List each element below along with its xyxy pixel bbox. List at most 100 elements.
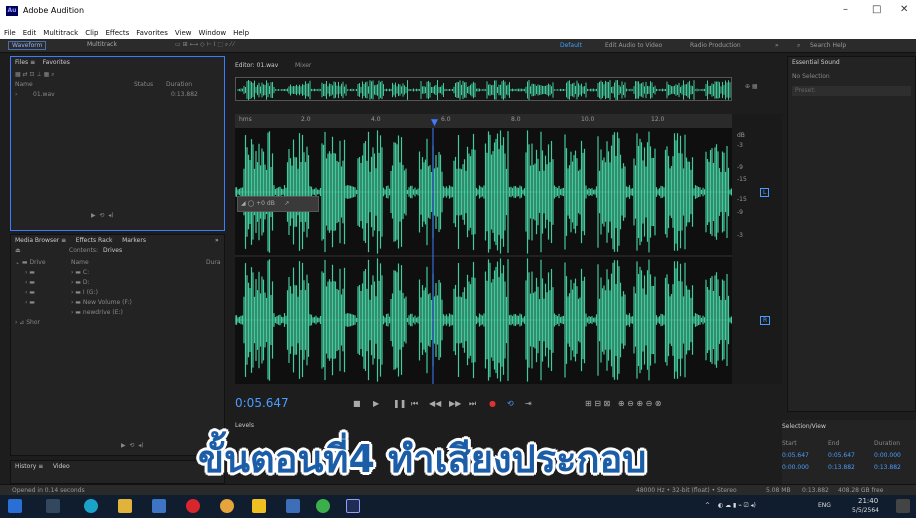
opera-icon[interactable] xyxy=(186,499,200,513)
record-button[interactable]: ● xyxy=(489,399,496,408)
minimize-button[interactable]: – xyxy=(843,4,848,15)
workspace-edit-audio-video[interactable]: Edit Audio to Video xyxy=(605,42,662,49)
task-view-icon[interactable] xyxy=(46,499,60,513)
col-name[interactable]: Name xyxy=(71,259,89,266)
go-to-end-button[interactable]: ⏭ xyxy=(469,399,476,409)
drive-c[interactable]: › ▬ C: xyxy=(71,269,89,276)
audition-taskbar-icon[interactable] xyxy=(346,499,360,513)
chrome-icon[interactable] xyxy=(220,499,234,513)
view-duration[interactable]: 0:13.882 xyxy=(874,464,901,471)
language-indicator[interactable]: ENG xyxy=(818,502,831,509)
menu-help[interactable]: Help xyxy=(233,29,249,37)
search-help-input[interactable]: Search Help xyxy=(810,42,846,49)
sticky-notes-icon[interactable] xyxy=(252,499,266,513)
col-duration[interactable]: Duration xyxy=(166,81,192,88)
menu-multitrack[interactable]: Multitrack xyxy=(43,29,78,37)
tab-media-browser[interactable]: Media Browser xyxy=(15,237,59,244)
loop-button[interactable]: ⟲ xyxy=(507,399,514,408)
left-tree-3[interactable]: › ▬ xyxy=(25,289,35,296)
tab-mixer[interactable]: Mixer xyxy=(295,62,311,69)
view-end[interactable]: 0:13.882 xyxy=(828,464,855,471)
multitrack-view-button[interactable]: Multitrack xyxy=(87,41,117,48)
tab-history[interactable]: History xyxy=(15,463,36,470)
edge-icon[interactable] xyxy=(84,499,98,513)
workspace-radio-production[interactable]: Radio Production xyxy=(690,42,741,49)
drive-d[interactable]: › ▬ D: xyxy=(71,279,90,286)
menu-favorites[interactable]: Favorites xyxy=(136,29,168,37)
workspace-overflow[interactable]: » xyxy=(775,42,779,49)
drive-tree-item[interactable]: ⌄ ▬ Drive xyxy=(15,259,46,266)
channel-left-toggle[interactable]: L xyxy=(760,188,770,197)
menu-window[interactable]: Window xyxy=(199,29,227,37)
menu-effects[interactable]: Effects xyxy=(105,29,129,37)
file-explorer-icon[interactable] xyxy=(118,499,132,513)
go-to-start-button[interactable]: ⏮ xyxy=(411,399,418,409)
close-button[interactable]: ✕ xyxy=(900,4,908,15)
media-transport-icons[interactable]: ▶ ⟲ ◂) xyxy=(121,442,144,449)
playhead-marker-icon[interactable]: ▼ xyxy=(431,118,438,128)
word-icon[interactable] xyxy=(286,499,300,513)
essential-sound-title[interactable]: Essential Sound xyxy=(788,57,915,69)
tray-overflow-icon[interactable]: ^ xyxy=(705,502,710,509)
tool-icons[interactable]: ▭ ⊞ ⟷ ◇ ⊢ I ⬚ ⌕ ⁄ ⁄ xyxy=(175,41,234,49)
maximize-button[interactable]: □ xyxy=(872,4,881,15)
waveform-display[interactable]: ◢ ◯ +0 dB ↗ xyxy=(234,128,733,384)
play-button[interactable]: ▶ xyxy=(373,399,379,408)
drive-g[interactable]: › ▬ I (G:) xyxy=(71,289,98,296)
tab-video[interactable]: Video xyxy=(53,463,70,470)
skip-button[interactable]: ⇥ xyxy=(525,399,532,408)
drive-f[interactable]: › ▬ New Volume (F:) xyxy=(71,299,132,306)
menu-clip[interactable]: Clip xyxy=(85,29,98,37)
col-duration[interactable]: Dura xyxy=(206,259,221,266)
channel-right-toggle[interactable]: R xyxy=(760,316,771,325)
rewind-button[interactable]: ◀◀ xyxy=(429,399,441,408)
files-toolbar-icons[interactable]: ▦ ⇄ ⊡ ⊥ ▦ ⌕ xyxy=(11,69,224,81)
menu-view[interactable]: View xyxy=(175,29,192,37)
preset-dropdown[interactable]: Preset: xyxy=(792,86,911,96)
clock-date[interactable]: 5/5/2564 xyxy=(852,507,879,514)
file-name: 01.wav xyxy=(33,91,55,98)
fast-forward-button[interactable]: ▶▶ xyxy=(449,399,461,408)
line-icon[interactable] xyxy=(316,499,330,513)
drive-icon[interactable]: ⏏ xyxy=(15,247,21,254)
clock-time[interactable]: 21:40 xyxy=(858,497,878,505)
zoom-icon[interactable]: ⊕ ▦ xyxy=(745,83,758,90)
waveform-overview[interactable] xyxy=(235,77,732,101)
col-status[interactable]: Status xyxy=(134,81,153,88)
hud-volume[interactable]: ◢ ◯ +0 dB ↗ xyxy=(237,196,319,212)
time-ruler[interactable]: hms 2.0 4.0 6.0 8.0 10.0 12.0 ▼ xyxy=(235,114,732,128)
waveform-view-button[interactable]: Waveform xyxy=(8,41,47,50)
mail-icon[interactable] xyxy=(152,499,166,513)
tab-effects-rack[interactable]: Effects Rack xyxy=(76,237,113,244)
sel-duration[interactable]: 0:00.000 xyxy=(874,452,901,459)
file-row[interactable]: › 01.wav 0:13.882 xyxy=(11,91,224,101)
tray-icons[interactable]: ◐ ☁ ▮ ⌁ ⎚ ◂) xyxy=(718,502,756,510)
current-time: 0:05.647 xyxy=(235,396,289,410)
menu-file[interactable]: File xyxy=(4,29,16,37)
tab-editor[interactable]: Editor: 01.wav xyxy=(235,62,278,69)
zoom-controls-icons[interactable]: ⊞ ⊟ ⊠ ⊕ ⊖ ⊕ ⊖ ⊗ xyxy=(585,399,662,408)
no-selection-text: No Selection xyxy=(792,73,830,80)
left-tree-1[interactable]: › ▬ xyxy=(25,269,35,276)
tab-favorites[interactable]: Favorites xyxy=(43,59,70,66)
files-transport-icons[interactable]: ▶ ⟲ ◂) xyxy=(91,212,114,219)
menu-edit[interactable]: Edit xyxy=(23,29,37,37)
tab-markers[interactable]: Markers xyxy=(122,237,146,244)
col-name[interactable]: Name xyxy=(15,81,33,88)
contents-dropdown[interactable]: Drives xyxy=(103,247,122,254)
start-icon[interactable] xyxy=(8,499,22,513)
expand-arrow-icon[interactable]: › xyxy=(15,91,17,98)
workspace-default[interactable]: Default xyxy=(560,42,582,49)
drive-e[interactable]: › ▬ newdrive (E:) xyxy=(71,309,123,316)
shortcuts-item[interactable]: › ⊿ Shor xyxy=(15,319,40,326)
panel-overflow-icon[interactable]: » xyxy=(215,237,219,244)
notifications-icon[interactable] xyxy=(896,499,910,513)
stop-button[interactable]: ■ xyxy=(353,399,361,408)
view-start[interactable]: 0:00.000 xyxy=(782,464,809,471)
left-tree-2[interactable]: › ▬ xyxy=(25,279,35,286)
sel-start[interactable]: 0:05.647 xyxy=(782,452,809,459)
left-tree-4[interactable]: › ▬ xyxy=(25,299,35,306)
sel-end[interactable]: 0:05.647 xyxy=(828,452,855,459)
tab-files[interactable]: Files xyxy=(15,59,28,66)
pause-button[interactable]: ❚❚ xyxy=(393,399,406,408)
